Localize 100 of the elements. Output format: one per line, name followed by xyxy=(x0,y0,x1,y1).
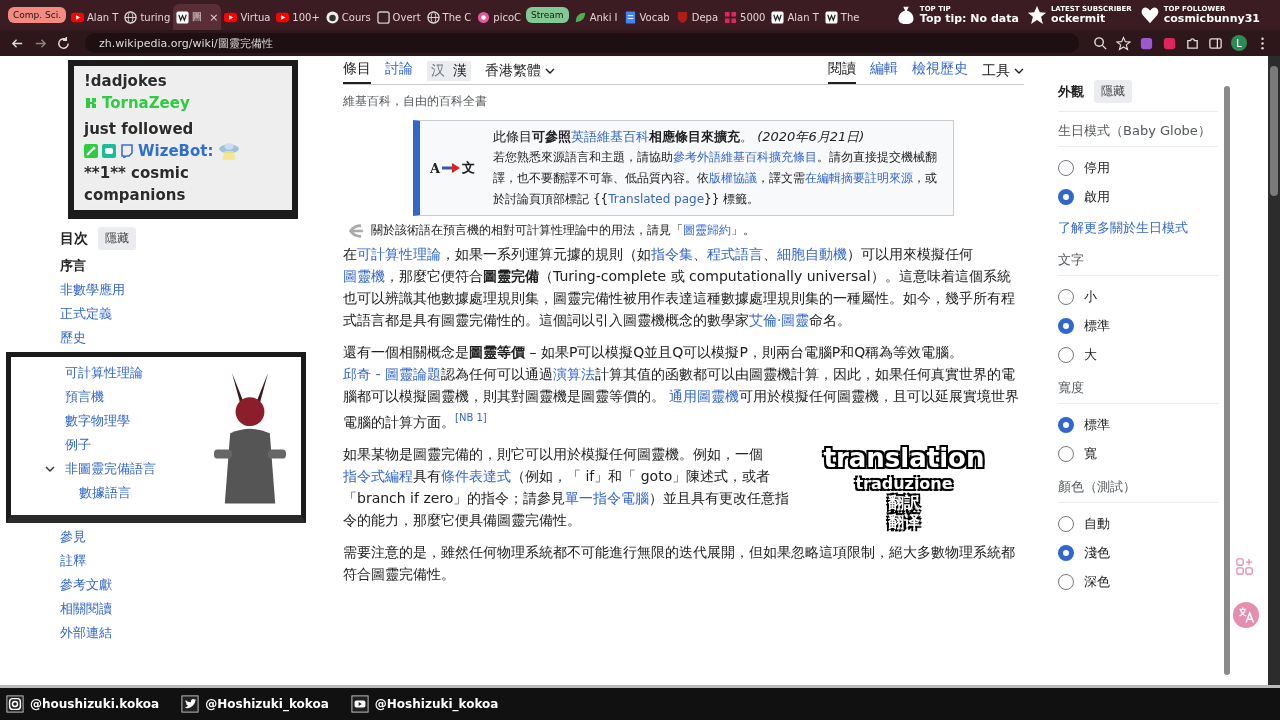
article-link[interactable]: 艾倫·圖靈 xyxy=(749,312,810,328)
article-link[interactable]: 條件表達式 xyxy=(441,467,511,484)
star-icon xyxy=(1026,5,1047,25)
page-scrollbar[interactable] xyxy=(1268,56,1280,685)
article-link[interactable]: 參考外語維基百科擴充條目 xyxy=(673,150,818,164)
variant-option[interactable]: 汉 xyxy=(427,61,449,81)
reload-icon[interactable] xyxy=(56,35,71,51)
zoom-icon[interactable] xyxy=(1093,35,1108,51)
radio-button[interactable] xyxy=(1058,515,1074,532)
subtitle-text: translation xyxy=(823,442,985,474)
toc-link[interactable]: 例子 xyxy=(65,436,91,454)
footnote-link[interactable]: [NB 1] xyxy=(455,412,487,423)
address-bar[interactable]: zh.wikipedia.org/wiki/圖靈完備性 xyxy=(85,33,1079,53)
toc-link[interactable]: 數字物理學 xyxy=(65,412,130,430)
chat-message: **1** cosmic companions xyxy=(84,163,190,206)
browser-tab[interactable]: turing xyxy=(121,4,174,30)
page-tab[interactable]: 條目 xyxy=(343,60,371,84)
browser-tab[interactable]: Cours xyxy=(322,4,374,30)
radio-button[interactable] xyxy=(1058,159,1074,176)
hide-button[interactable]: 隱藏 xyxy=(98,227,136,250)
page-icon xyxy=(824,10,838,24)
radio-button[interactable] xyxy=(1058,445,1074,462)
toc-link[interactable]: 非數學應用 xyxy=(60,281,125,299)
page-tab[interactable]: 討論 xyxy=(385,60,413,84)
toc-link[interactable]: 註釋 xyxy=(60,552,86,570)
article-link[interactable]: 圖靈歸約 xyxy=(683,223,731,237)
radio-button[interactable] xyxy=(1058,188,1074,205)
page-tab[interactable]: 編輯 xyxy=(870,60,898,84)
radio-label: 停用 xyxy=(1084,158,1110,177)
article-link[interactable]: 在編輯摘要註明來源 xyxy=(805,171,914,185)
puzzle-icon[interactable] xyxy=(1185,35,1200,51)
article-link[interactable]: 指令集 xyxy=(651,246,693,262)
article-link[interactable]: 可計算性理論 xyxy=(357,246,441,262)
radio-button[interactable] xyxy=(1058,288,1074,305)
article-link[interactable]: 演算法 xyxy=(552,366,595,382)
document-icon xyxy=(623,10,637,24)
browser-tab[interactable]: The xyxy=(821,4,863,30)
article-link[interactable]: 通用圖靈機 xyxy=(669,388,740,404)
browser-tab[interactable]: 5000 xyxy=(721,4,769,30)
article-link[interactable]: 版權協議 xyxy=(709,171,758,185)
scrollbar[interactable] xyxy=(1224,86,1230,675)
article-link[interactable]: 圖靈機 xyxy=(343,268,385,284)
toc-link[interactable]: 非圖靈完備語言 xyxy=(65,460,156,478)
browser-tab[interactable]: 圖 × xyxy=(173,4,222,30)
browser-tab[interactable]: Alan T xyxy=(768,4,822,30)
article-link[interactable]: 指令式編程 xyxy=(343,467,413,484)
article-link[interactable]: 程式語言 xyxy=(707,246,763,262)
browser-tab[interactable]: The C xyxy=(423,4,475,30)
extension-icon[interactable] xyxy=(1162,35,1177,51)
tools-menu[interactable]: 工具 xyxy=(982,62,1024,84)
toc-link[interactable]: 預言機 xyxy=(65,388,104,406)
article-link[interactable]: 邱奇 - 圖靈論題 xyxy=(343,366,441,382)
radio-button[interactable] xyxy=(1058,544,1074,561)
star-outline-icon[interactable] xyxy=(1116,35,1131,51)
page-tab[interactable]: 檢視歷史 xyxy=(912,60,968,84)
browser-tab[interactable]: 100+ xyxy=(273,4,323,30)
section-title: 顏色（測試） xyxy=(1058,468,1218,503)
toc-link[interactable]: 可計算性理論 xyxy=(65,364,143,382)
radio-button[interactable] xyxy=(1058,346,1074,363)
ufo-emote-icon xyxy=(217,142,240,160)
variant-option[interactable]: 漢 xyxy=(449,61,471,81)
article-paragraph: 需要注意的是，雖然任何物理系統都不可能進行無限的迭代展開，但如果忽略這項限制，絕大多數物理系統都符合圖靈完備性。 xyxy=(343,542,1016,584)
toc-link[interactable]: 正式定義 xyxy=(60,305,112,323)
toc-link[interactable]: 序言 xyxy=(60,257,86,275)
section-title: 文字 xyxy=(1058,241,1218,276)
page-tab[interactable]: 閱讀 xyxy=(828,60,856,84)
browser-tab[interactable]: Virtua xyxy=(221,4,274,30)
toc-link[interactable]: 外部連結 xyxy=(60,624,112,642)
browser-tab[interactable]: Alan T xyxy=(68,4,122,30)
extension-icon[interactable] xyxy=(1139,35,1154,51)
article-link[interactable]: 單一指令電腦 xyxy=(565,489,650,506)
browser-tab[interactable]: picoC xyxy=(474,4,525,30)
radio-button[interactable] xyxy=(1058,416,1074,433)
sidebar-icon[interactable] xyxy=(1208,35,1223,51)
toc-link[interactable]: 參見 xyxy=(60,528,86,546)
radio-button[interactable] xyxy=(1058,573,1074,590)
expand-toggle[interactable] xyxy=(45,464,55,474)
toc-link[interactable]: 參考文獻 xyxy=(60,576,112,594)
article-link[interactable]: Translated page xyxy=(608,192,705,206)
toc-link[interactable]: 數據語言 xyxy=(79,484,131,502)
toc-link[interactable]: 相關閱讀 xyxy=(60,600,112,618)
article-link[interactable]: 細胞自動機 xyxy=(777,246,847,262)
tab-group-label[interactable]: Stream xyxy=(526,7,569,23)
profile-avatar[interactable]: L xyxy=(1231,35,1247,51)
tab-group-label[interactable]: Comp. Sci. xyxy=(8,7,66,23)
radio-button[interactable] xyxy=(1058,317,1074,334)
robot-badge-icon xyxy=(102,144,116,158)
hide-button[interactable]: 隱藏 xyxy=(1094,80,1132,103)
widget-value: Top tip: No data xyxy=(919,13,1019,24)
browser-tab[interactable]: Vocab xyxy=(620,4,673,30)
learn-more-link[interactable]: 了解更多關於生日模式 xyxy=(1058,219,1218,237)
chat-bubble-icon xyxy=(120,144,134,158)
toc-link[interactable]: 歷史 xyxy=(60,329,86,347)
browser-tab[interactable]: Overt xyxy=(373,4,424,30)
radio-label: 大 xyxy=(1084,345,1097,364)
radio-label: 淺色 xyxy=(1084,543,1110,562)
browser-tab[interactable]: Anki I xyxy=(570,4,621,30)
article-link[interactable]: 英語維基百科 xyxy=(571,129,650,144)
browser-tab[interactable]: Depa xyxy=(672,4,722,30)
language-dropdown[interactable]: 香港繁體 xyxy=(485,62,555,84)
